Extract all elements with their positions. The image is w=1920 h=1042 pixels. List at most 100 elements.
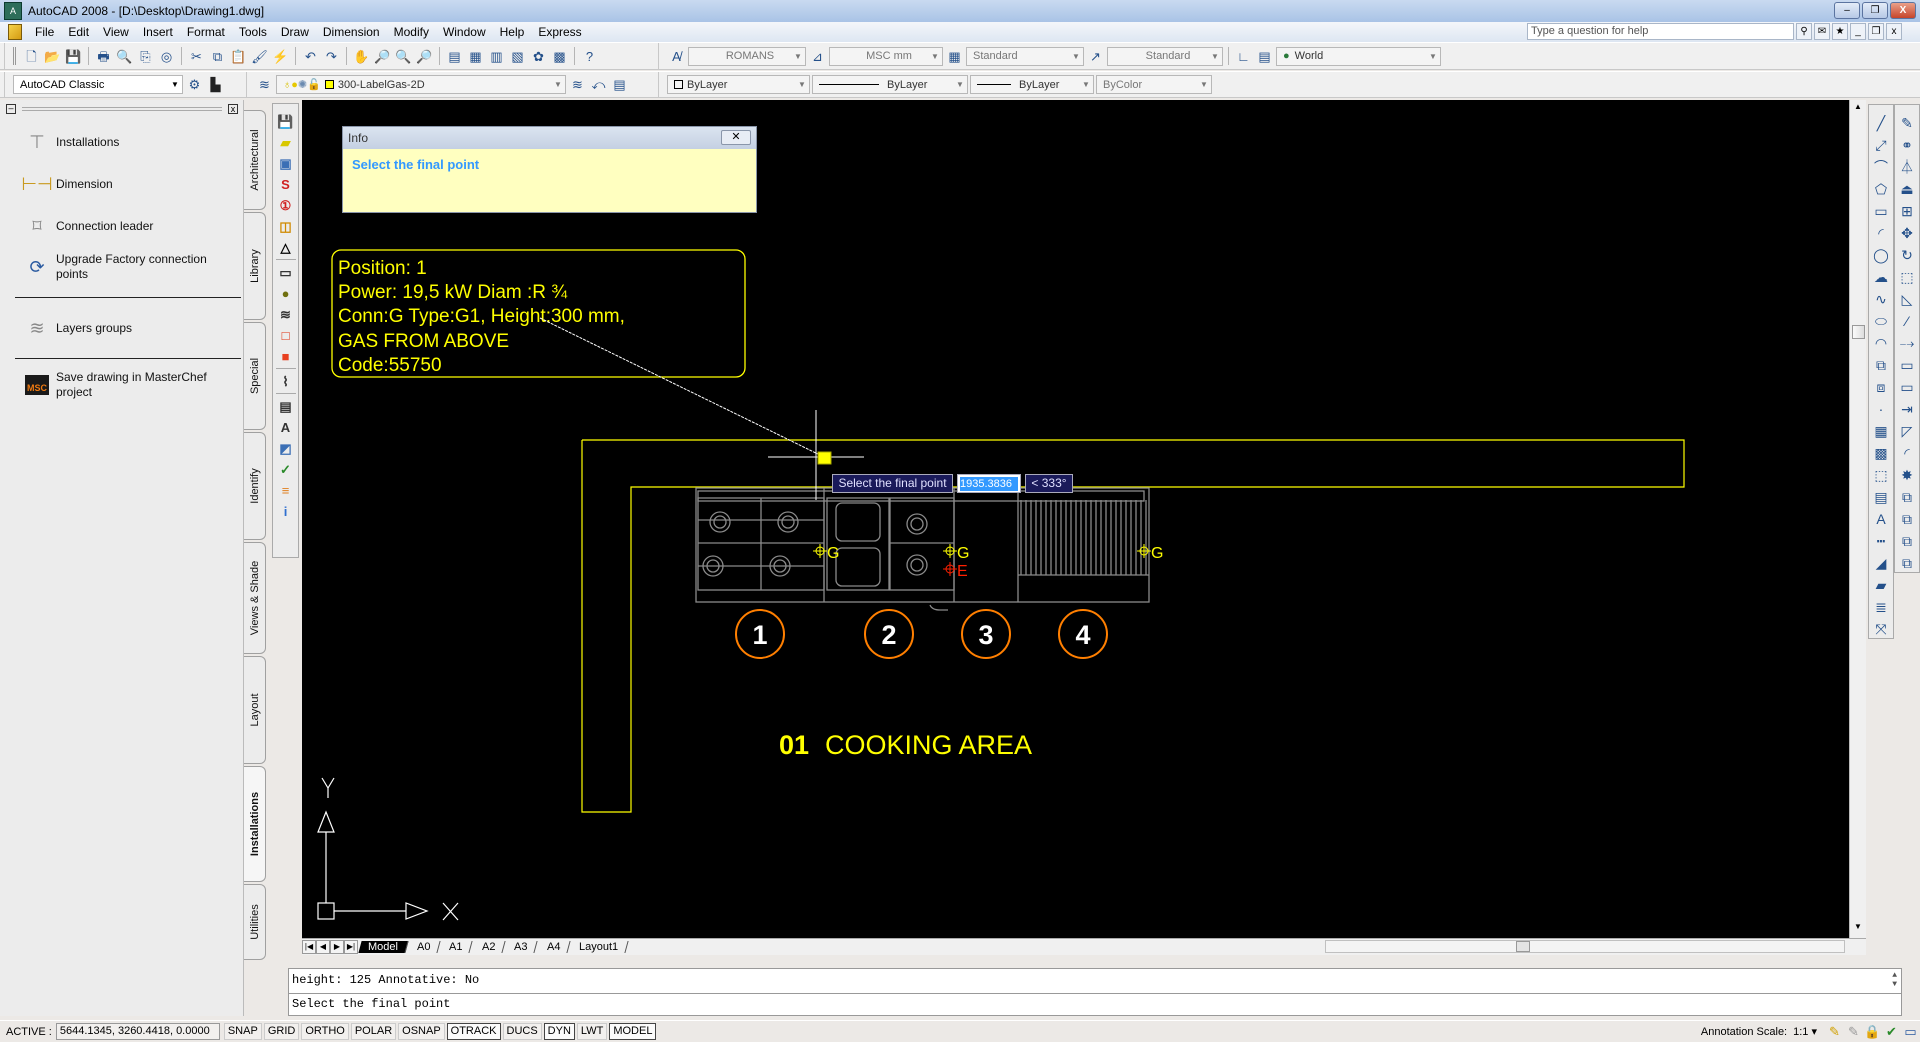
menu-tools[interactable]: Tools xyxy=(232,25,274,39)
mleader-style-combo[interactable]: Standard ▼ xyxy=(1107,46,1223,66)
zoom-window-icon[interactable]: 🔍 xyxy=(394,47,413,66)
menu-format[interactable]: Format xyxy=(180,25,232,39)
copy-icon[interactable]: ⚭ xyxy=(1898,135,1917,154)
tab-layout[interactable]: Layout xyxy=(244,656,266,764)
communication-center-icon[interactable]: ✉ xyxy=(1814,23,1830,40)
layer-viewport-icon[interactable]: ✺ xyxy=(298,78,307,91)
report-icon[interactable]: ▤ xyxy=(276,397,295,415)
status-toggle-ducs[interactable]: DUCS xyxy=(502,1023,542,1040)
palette-item-dimension[interactable]: ⊢⊣ Dimension xyxy=(20,170,112,198)
dynamic-distance-input[interactable]: 1935.3836 xyxy=(957,474,1021,493)
minimize-button[interactable]: – xyxy=(1834,2,1860,19)
layer-previous-icon[interactable]: ⤺ xyxy=(589,75,608,94)
tab-utilities[interactable]: Utilities xyxy=(244,884,266,960)
restore-button[interactable]: ❐ xyxy=(1862,2,1888,19)
annotation-scale-dropdown[interactable]: 1:1 ▾ xyxy=(1793,1025,1817,1038)
prev-tab-icon[interactable]: ◀ xyxy=(316,940,330,954)
palette-collapse-icon[interactable]: – xyxy=(6,104,16,114)
dim-linear-icon[interactable]: ┅ xyxy=(1872,531,1891,550)
help-search-input[interactable]: Type a question for help xyxy=(1527,23,1794,40)
menu-dimension[interactable]: Dimension xyxy=(316,25,387,39)
chamfer-icon[interactable]: ◸ xyxy=(1898,421,1917,440)
dim-continue-icon[interactable]: ▰ xyxy=(1872,575,1891,594)
markup-icon[interactable]: ✿ xyxy=(529,47,548,66)
calculator-icon[interactable]: ▩ xyxy=(550,47,569,66)
revcloud-icon[interactable]: ☁ xyxy=(1872,267,1891,286)
status-toggle-ortho[interactable]: ORTHO xyxy=(301,1023,349,1040)
computer-icon[interactable]: ▣ xyxy=(276,154,295,172)
block-icon[interactable]: ▰ xyxy=(276,133,295,151)
tab-views-shade[interactable]: Views & Shade xyxy=(244,542,266,654)
line-icon[interactable]: ╱ xyxy=(1872,113,1891,132)
palette-item-installations[interactable]: ⊤ Installations xyxy=(20,128,119,156)
workspace-save-icon[interactable]: ▙ xyxy=(206,75,225,94)
block-editor-icon[interactable]: ⚡ xyxy=(271,47,290,66)
info-icon[interactable]: i xyxy=(276,502,295,520)
redo-icon[interactable]: ↷ xyxy=(322,47,341,66)
rectangle-icon[interactable]: ▭ xyxy=(1872,201,1891,220)
layers-icon[interactable]: ≋ xyxy=(276,305,295,323)
status-toggle-grid[interactable]: GRID xyxy=(263,1023,300,1040)
number-icon[interactable]: ① xyxy=(276,196,295,214)
plot-preview-icon[interactable]: 🔍 xyxy=(115,47,134,66)
workspace-combo[interactable]: AutoCAD Classic ▼ xyxy=(13,75,183,94)
stretch-icon[interactable]: ◺ xyxy=(1898,289,1917,308)
status-toggle-dyn[interactable]: DYN xyxy=(543,1023,575,1040)
status-toggle-lwt[interactable]: LWT xyxy=(576,1023,608,1040)
plotstyle-combo[interactable]: ByColor ▼ xyxy=(1096,75,1212,94)
lineweight-combo[interactable]: ByLayer ▼ xyxy=(970,75,1094,94)
design-center-icon[interactable]: ▦ xyxy=(466,47,485,66)
palette-close-icon[interactable]: x xyxy=(228,104,238,114)
dynamic-angle-input[interactable]: < 333° xyxy=(1025,474,1073,493)
command-window[interactable]: height: 125 Annotative: No Select the fi… xyxy=(288,968,1902,1016)
last-tab-icon[interactable]: ▶| xyxy=(344,940,358,954)
scroll-up-icon[interactable]: ▲ xyxy=(1854,102,1862,111)
autocad-app-icon[interactable]: A xyxy=(4,2,22,20)
construction-line-icon[interactable]: ⤢ xyxy=(1872,135,1891,154)
paste-icon[interactable]: 📋 xyxy=(229,47,248,66)
search-icon[interactable]: ⚲ xyxy=(1796,23,1812,40)
color-combo[interactable]: ByLayer ▼ xyxy=(667,75,810,94)
auto-scale-icon[interactable]: ✎ xyxy=(1844,1022,1863,1041)
status-tray-settings-icon[interactable]: ✔ xyxy=(1882,1022,1901,1041)
qleader-icon[interactable]: ≣ xyxy=(1872,597,1891,616)
sheet-set-icon[interactable]: ▧ xyxy=(508,47,527,66)
menu-view[interactable]: View xyxy=(96,25,136,39)
undo-icon[interactable]: ↶ xyxy=(301,47,320,66)
layer-states-icon[interactable]: ▤ xyxy=(610,75,629,94)
ucs-icon[interactable]: ∟ xyxy=(1234,47,1253,66)
menu-modify[interactable]: Modify xyxy=(387,25,436,39)
mleader-style-icon[interactable]: ↗ xyxy=(1086,47,1105,66)
doc-close-icon[interactable]: x xyxy=(1886,23,1902,40)
box-icon[interactable]: ◫ xyxy=(276,217,295,235)
status-toggle-osnap[interactable]: OSNAP xyxy=(398,1023,445,1040)
menu-insert[interactable]: Insert xyxy=(136,25,180,39)
text-size-icon[interactable]: A xyxy=(276,418,295,436)
polygon-icon[interactable]: ⬠ xyxy=(1872,179,1891,198)
menu-help[interactable]: Help xyxy=(493,25,532,39)
extend-icon[interactable]: ⤍ xyxy=(1898,333,1917,352)
arc-icon[interactable]: ◜ xyxy=(1872,223,1891,242)
cube-icon[interactable]: ■ xyxy=(276,347,295,365)
trim-icon[interactable]: ⁄ xyxy=(1898,311,1917,330)
layout-tab-a2[interactable]: A2 xyxy=(472,941,506,953)
draworder-above-icon[interactable]: ⧉ xyxy=(1898,531,1917,550)
layout-tab-a0[interactable]: A0 xyxy=(407,941,442,953)
layer-manager-icon[interactable]: ≋ xyxy=(255,75,274,94)
close-button[interactable]: X xyxy=(1890,2,1916,19)
linetype-combo[interactable]: ByLayer ▼ xyxy=(812,75,968,94)
publish-icon[interactable]: ⎘ xyxy=(136,47,155,66)
save-icon[interactable]: 💾 xyxy=(64,47,83,66)
doc-minimize-icon[interactable]: _ xyxy=(1850,23,1866,40)
table-style-combo[interactable]: Standard ▼ xyxy=(966,46,1084,66)
vertical-scrollbar[interactable]: ▲ ▼ xyxy=(1849,100,1866,938)
scroll-thumb[interactable] xyxy=(1852,325,1865,339)
menu-window[interactable]: Window xyxy=(436,25,493,39)
layer-combo[interactable]: ♁ ● ✺ 🔓 300-LabelGas-2D ▼ xyxy=(276,75,566,94)
make-current-layer-icon[interactable]: ≋ xyxy=(568,75,587,94)
offset-icon[interactable]: ⏏ xyxy=(1898,179,1917,198)
break-icon[interactable]: ▭ xyxy=(1898,355,1917,374)
rectangle-icon[interactable]: ▭ xyxy=(276,263,295,281)
text-style-combo[interactable]: ROMANS ▼ xyxy=(688,46,806,66)
properties-icon[interactable]: ▤ xyxy=(445,47,464,66)
